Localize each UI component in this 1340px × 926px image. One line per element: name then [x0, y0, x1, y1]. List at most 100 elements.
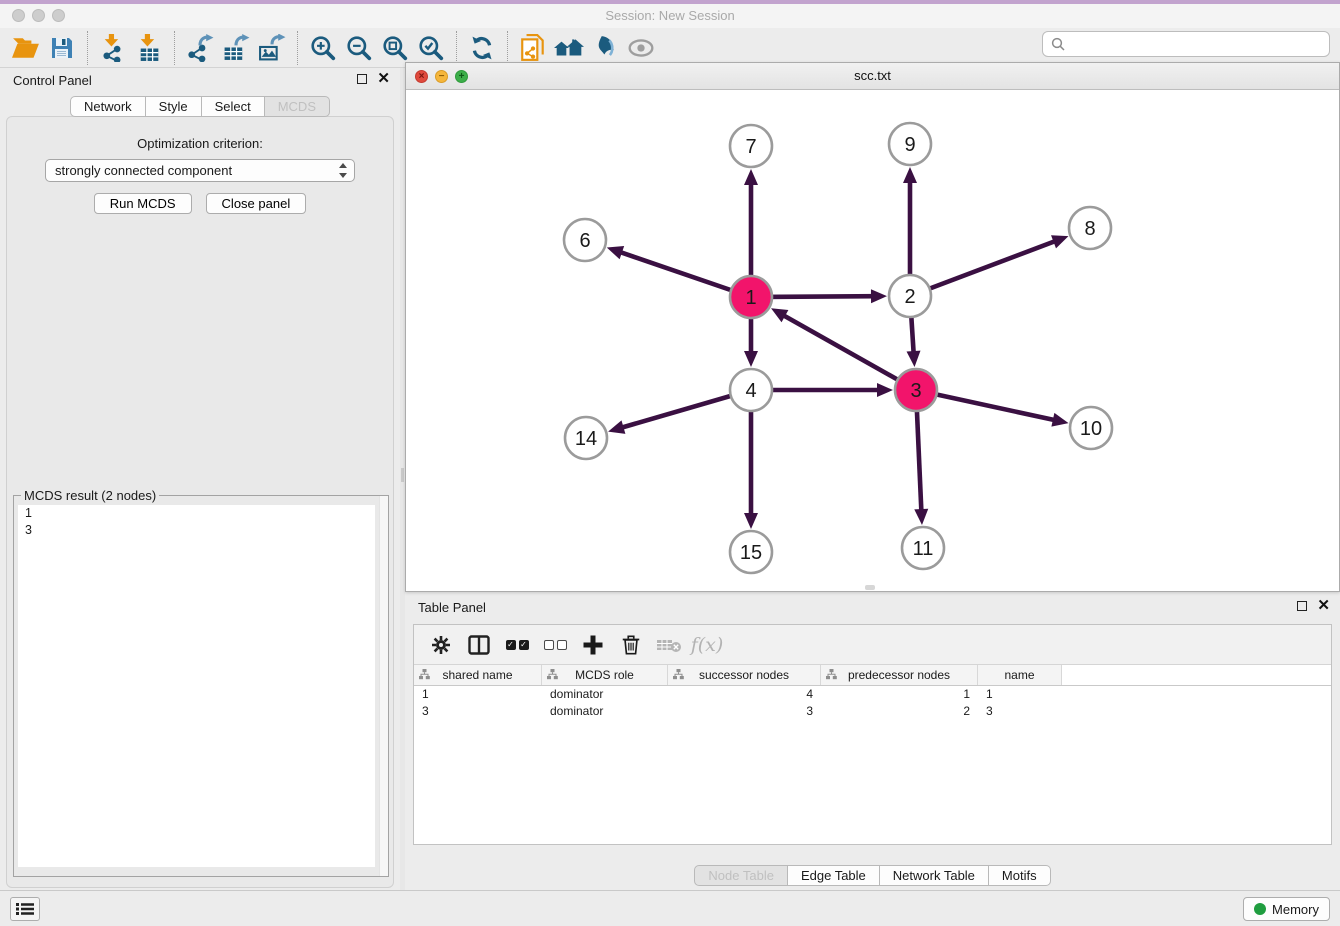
delete-column-icon[interactable]	[616, 630, 646, 660]
table-row[interactable]: 3dominator323	[414, 703, 1331, 720]
table-cell[interactable]: 1	[414, 686, 542, 703]
column-header-name[interactable]: name	[978, 665, 1062, 685]
graph-node-8[interactable]: 8	[1069, 207, 1111, 249]
graph-edge-arrowhead	[907, 351, 921, 367]
svg-text:2: 2	[904, 286, 915, 308]
float-panel-icon[interactable]	[357, 74, 367, 84]
export-network-button[interactable]	[182, 30, 218, 66]
split-panel-icon[interactable]	[464, 630, 494, 660]
float-table-panel-icon[interactable]	[1297, 601, 1307, 611]
memory-button[interactable]: Memory	[1243, 897, 1330, 921]
zoom-window-button[interactable]	[52, 9, 65, 22]
table-cell[interactable]: 4	[668, 686, 821, 703]
table-cell[interactable]: dominator	[542, 686, 668, 703]
graph-node-6[interactable]: 6	[564, 219, 606, 261]
criterion-dropdown[interactable]: strongly connected component	[45, 159, 355, 182]
zoom-selected-button[interactable]	[413, 30, 449, 66]
table-cell[interactable]: 2	[821, 703, 978, 720]
tab-edge-table[interactable]: Edge Table	[788, 865, 880, 886]
graph-edge-arrowhead	[744, 351, 758, 367]
import-table-button[interactable]	[131, 30, 167, 66]
toolbar-separator	[174, 31, 175, 65]
tab-style[interactable]: Style	[146, 96, 202, 117]
column-header-predecessor-nodes[interactable]: predecessor nodes	[821, 665, 978, 685]
table-row[interactable]: 1dominator411	[414, 686, 1331, 703]
tab-node-table[interactable]: Node Table	[694, 865, 788, 886]
maximize-view-button[interactable]: +	[455, 70, 468, 83]
copy-network-view-button[interactable]	[515, 30, 551, 66]
network-window-titlebar: × − + scc.txt	[406, 63, 1339, 90]
run-mcds-button[interactable]: Run MCDS	[94, 193, 192, 214]
tab-network[interactable]: Network	[70, 96, 146, 117]
zoom-out-button[interactable]	[341, 30, 377, 66]
graph-edge-arrowhead	[871, 289, 887, 303]
svg-text:3: 3	[910, 380, 921, 402]
column-hierarchy-icon	[419, 669, 430, 683]
show-hide-graphics-button[interactable]	[623, 30, 659, 66]
table-cell[interactable]: 3	[978, 703, 1062, 720]
export-table-button[interactable]	[218, 30, 254, 66]
close-panel-icon[interactable]: ✕	[377, 74, 390, 84]
network-window-controls: × − +	[415, 70, 468, 83]
network-canvas[interactable]: 7 9 6 8 1 2 4 3 14 10 15 11	[406, 90, 1339, 591]
tab-network-table[interactable]: Network Table	[880, 865, 989, 886]
graph-node-14[interactable]: 14	[565, 417, 607, 459]
export-image-button[interactable]	[254, 30, 290, 66]
deselect-checkboxes-icon[interactable]	[540, 630, 570, 660]
close-view-button[interactable]: ×	[415, 70, 428, 83]
tab-mcds[interactable]: MCDS	[265, 96, 330, 117]
column-header-MCDS-role[interactable]: MCDS role	[542, 665, 668, 685]
select-all-checkboxes-icon[interactable]: ✓✓	[502, 630, 532, 660]
close-window-button[interactable]	[12, 9, 25, 22]
graph-node-3[interactable]: 3	[895, 369, 937, 411]
toolbar-separator	[297, 31, 298, 65]
mcds-result-values[interactable]: 13	[18, 505, 375, 867]
open-file-button[interactable]	[8, 30, 44, 66]
column-hierarchy-icon	[826, 669, 837, 683]
graph-edge-arrowhead	[877, 383, 893, 397]
graph-node-7[interactable]: 7	[730, 125, 772, 167]
import-network-button[interactable]	[95, 30, 131, 66]
minimize-window-button[interactable]	[32, 9, 45, 22]
graph-node-15[interactable]: 15	[730, 531, 772, 573]
tab-motifs[interactable]: Motifs	[989, 865, 1051, 886]
column-header-shared-name[interactable]: shared name	[414, 665, 542, 685]
close-table-panel-icon[interactable]: ✕	[1317, 601, 1330, 611]
graph-node-11[interactable]: 11	[902, 527, 944, 569]
network-title: scc.txt	[406, 63, 1339, 89]
table-cell[interactable]: dominator	[542, 703, 668, 720]
graph-node-9[interactable]: 9	[889, 123, 931, 165]
zoom-fit-button[interactable]	[377, 30, 413, 66]
graph-node-2[interactable]: 2	[889, 275, 931, 317]
save-session-button[interactable]	[44, 30, 80, 66]
graph-node-10[interactable]: 10	[1070, 407, 1112, 449]
graph-node-1[interactable]: 1	[730, 276, 772, 318]
refresh-layout-button[interactable]	[464, 30, 500, 66]
tab-select[interactable]: Select	[202, 96, 265, 117]
table-cell[interactable]: 3	[414, 703, 542, 720]
add-column-icon[interactable]	[578, 630, 608, 660]
graph-edge[interactable]	[910, 240, 1058, 296]
zoom-in-button[interactable]	[305, 30, 341, 66]
table-settings-gear-icon[interactable]	[426, 630, 456, 660]
search-input[interactable]	[1070, 37, 1321, 52]
network-canvas-svg[interactable]: 7 9 6 8 1 2 4 3 14 10 15 11	[406, 90, 1340, 591]
minimize-view-button[interactable]: −	[435, 70, 448, 83]
task-history-button[interactable]	[10, 897, 40, 921]
toolbar-separator	[456, 31, 457, 65]
graph-edge[interactable]	[781, 314, 916, 390]
close-panel-button[interactable]: Close panel	[206, 193, 307, 214]
table-cell[interactable]: 3	[668, 703, 821, 720]
search-field[interactable]	[1042, 31, 1330, 57]
home-button[interactable]	[551, 30, 587, 66]
canvas-scroll-thumb[interactable]	[865, 585, 875, 590]
table-cell[interactable]: 1	[821, 686, 978, 703]
graph-node-4[interactable]: 4	[730, 369, 772, 411]
result-scrollbar[interactable]	[379, 496, 388, 876]
table-cell[interactable]: 1	[978, 686, 1062, 703]
column-hierarchy-icon	[673, 669, 684, 683]
graph-edge-arrowhead	[744, 513, 758, 529]
column-header-successor-nodes[interactable]: successor nodes	[668, 665, 821, 685]
svg-text:10: 10	[1080, 418, 1102, 440]
style-brush-button[interactable]	[587, 30, 623, 66]
